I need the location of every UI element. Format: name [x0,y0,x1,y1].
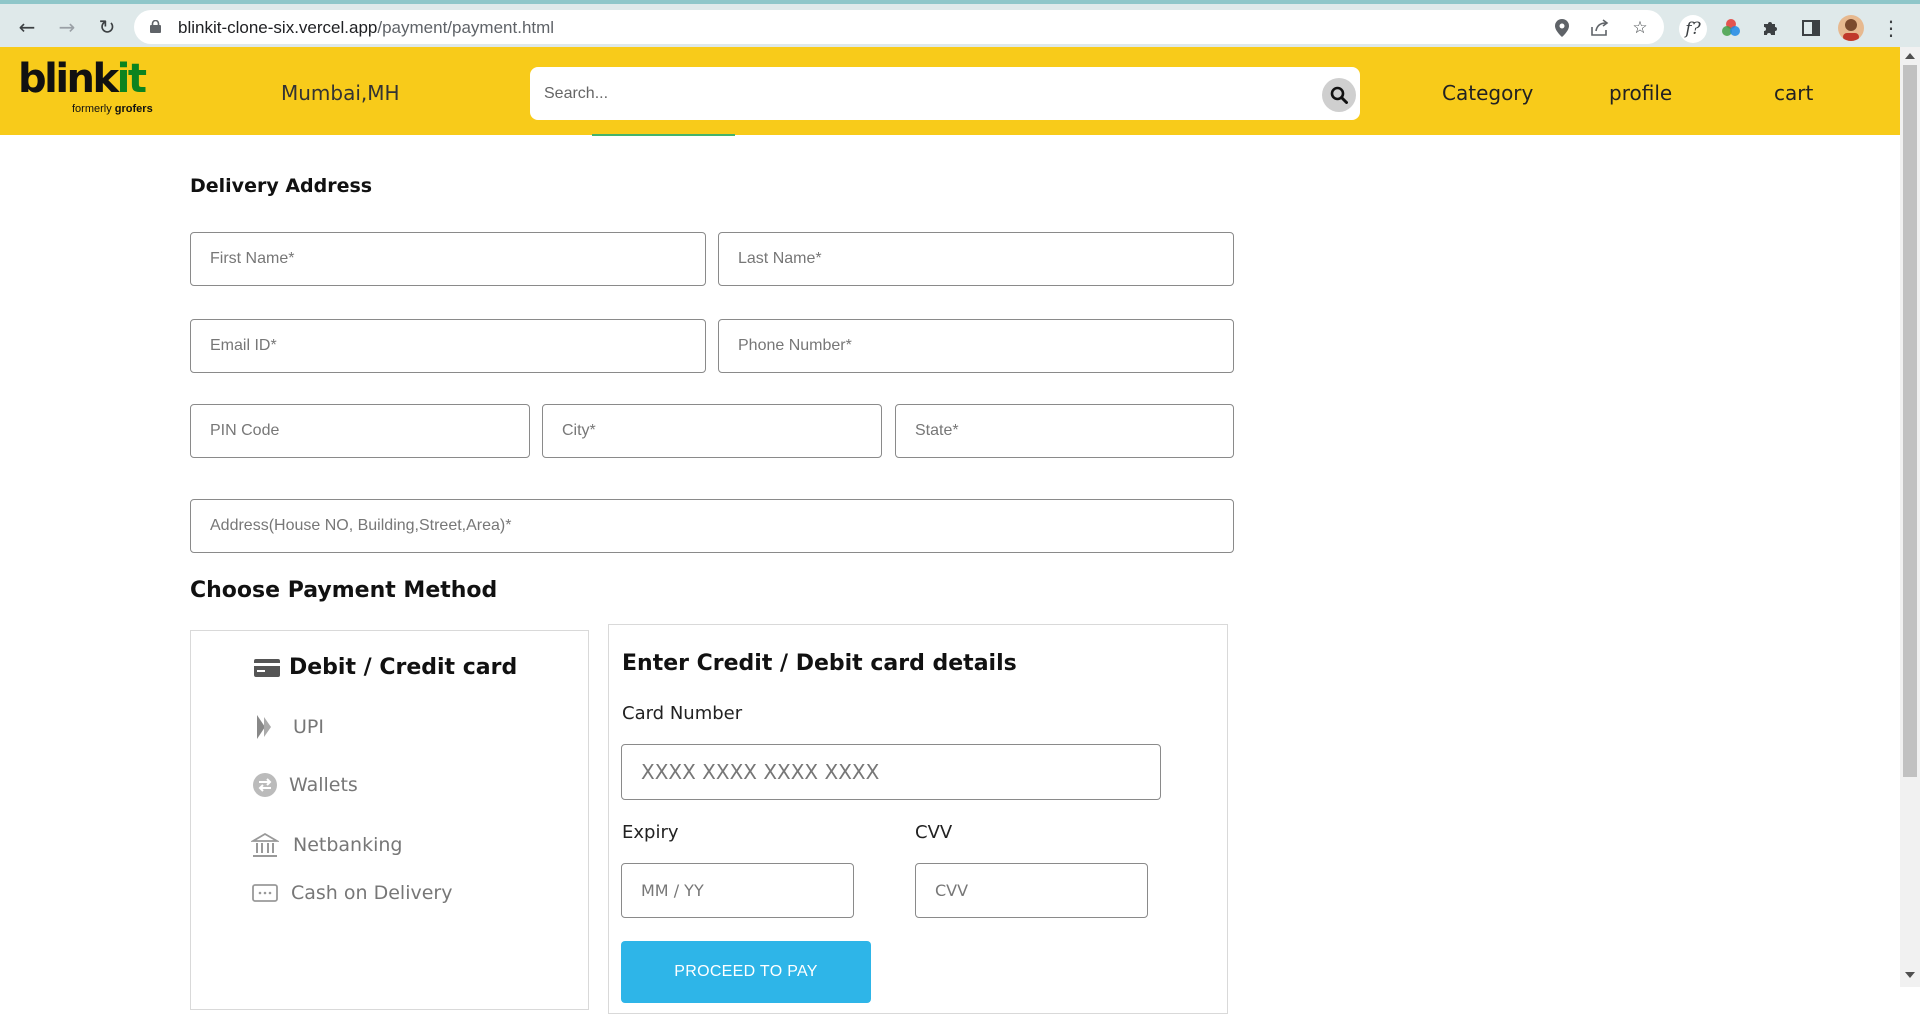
address-bar[interactable]: blinkit-clone-six.vercel.app/payment/pay… [134,10,1664,44]
scroll-up-arrow-icon[interactable] [1905,53,1915,59]
blinkit-logo[interactable]: blinkit formerly grofers [18,59,153,115]
bank-icon [251,832,279,857]
address-field[interactable] [190,499,1234,553]
forward-icon[interactable]: → [54,14,80,40]
back-icon[interactable]: ← [14,14,40,40]
page-scrollbar[interactable] [1900,47,1920,987]
browser-toolbar: ← → ↻ blinkit-clone-six.vercel.app/payme… [0,0,1920,47]
email-field[interactable] [190,319,706,373]
search-icon[interactable] [1322,78,1356,112]
scroll-down-arrow-icon[interactable] [1905,972,1915,978]
bookmark-star-icon[interactable]: ☆ [1630,18,1650,38]
scrollbar-thumb[interactable] [1903,65,1917,777]
cvv-label: CVV [915,822,953,843]
lock-icon [150,20,161,33]
location-pin-icon[interactable] [1552,18,1572,38]
city-field[interactable] [542,404,882,458]
upi-icon [257,715,271,739]
first-name-field[interactable] [190,232,706,286]
search-input[interactable] [544,67,1304,120]
extensions-puzzle-icon[interactable] [1758,15,1784,41]
card-number-label: Card Number [622,703,743,724]
payment-method-heading: Choose Payment Method [190,578,498,603]
method-upi[interactable]: UPI [251,713,324,741]
url-text[interactable]: blinkit-clone-six.vercel.app/payment/pay… [178,18,554,38]
nav-category[interactable]: Category [1442,81,1533,105]
profile-avatar[interactable] [1838,15,1864,41]
cvv-field[interactable] [915,863,1148,918]
more-menu-icon[interactable]: ⋮ [1878,15,1904,41]
site-header: blinkit formerly grofers Mumbai,MH Categ… [0,47,1900,135]
credit-card-icon [254,658,280,677]
side-panel-icon[interactable] [1798,15,1824,41]
card-number-field[interactable] [621,744,1161,800]
method-cash-on-delivery[interactable]: Cash on Delivery [251,879,452,907]
share-icon[interactable] [1590,18,1610,38]
search-bar [530,67,1360,120]
method-debit-credit-card[interactable]: Debit / Credit card [253,655,517,680]
pin-code-field[interactable] [190,404,530,458]
font-extension-icon[interactable]: f? [1679,15,1707,43]
expiry-label: Expiry [622,822,679,843]
expiry-field[interactable] [621,863,854,918]
nav-profile[interactable]: profile [1609,81,1672,105]
delivery-location[interactable]: Mumbai,MH [281,81,400,105]
payment-methods-list: Debit / Credit card UPI Wallets Netbanki… [190,630,589,1010]
delivery-address-heading: Delivery Address [190,175,373,197]
method-netbanking[interactable]: Netbanking [251,831,402,859]
method-wallets[interactable]: Wallets [251,771,358,799]
cash-icon [252,884,278,902]
card-details-panel: Enter Credit / Debit card details Card N… [608,624,1228,1014]
nav-cart[interactable]: cart [1774,81,1813,105]
state-field[interactable] [895,404,1234,458]
reload-icon[interactable]: ↻ [94,14,120,40]
color-picker-extension-icon[interactable] [1718,15,1744,41]
header-accent-line [592,134,735,136]
proceed-to-pay-button[interactable]: PROCEED TO PAY [621,941,871,1003]
wallet-icon [253,773,277,797]
phone-field[interactable] [718,319,1234,373]
card-details-heading: Enter Credit / Debit card details [622,651,1017,676]
last-name-field[interactable] [718,232,1234,286]
